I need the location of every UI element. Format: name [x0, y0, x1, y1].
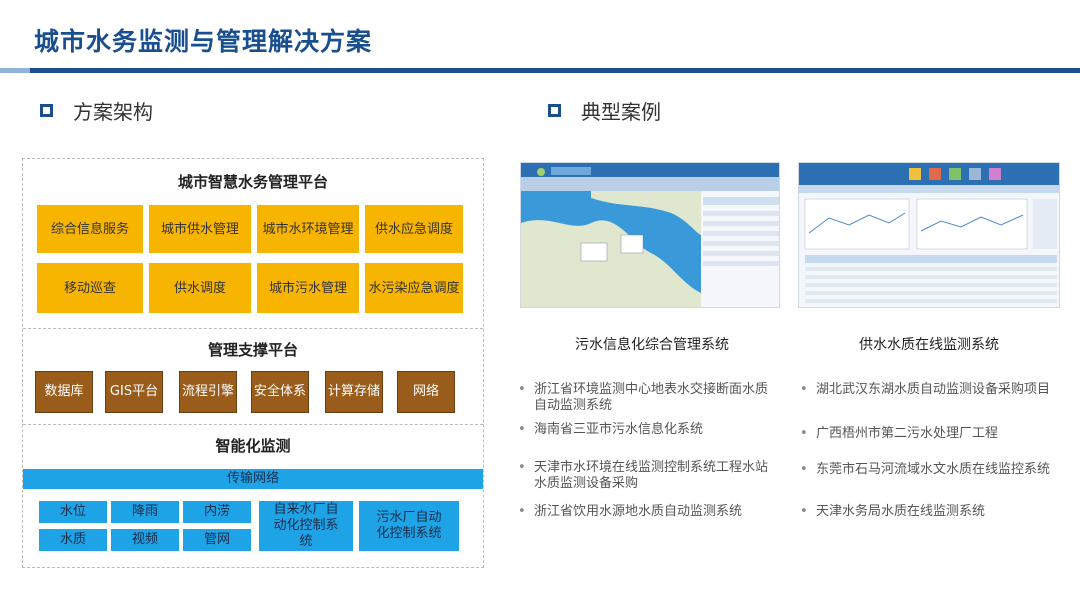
list-item: • 浙江省饮用水源地水质自动监测系统	[518, 504, 778, 520]
support-item: 计算存储	[325, 371, 383, 413]
gis-map-screenshot-image	[521, 163, 779, 307]
case-list-left: • 浙江省环境监测中心地表水交接断面水质自动监测系统 • 海南省三亚市污水信息化…	[518, 382, 788, 532]
list-item: • 天津市水环境在线监测控制系统工程水站水质监测设备采购	[518, 460, 778, 492]
bullet-dot-icon: •	[518, 504, 526, 519]
platform-item: 移动巡查	[37, 263, 143, 313]
support-item: 数据库	[35, 371, 93, 413]
case-list-right: • 湖北武汉东湖水质自动监测设备采购项目 • 广西梧州市第二污水处理厂工程 • …	[800, 382, 1070, 532]
square-bullet-icon	[548, 104, 561, 117]
case-item-text: 广西梧州市第二污水处理厂工程	[816, 426, 999, 441]
section-architecture-label: 方案架构	[73, 100, 153, 124]
list-item: • 广西梧州市第二污水处理厂工程	[800, 426, 1066, 442]
monitor-item: 污水厂自动化控制系统	[359, 501, 459, 551]
case-item-text: 东莞市石马河流域水文水质在线监控系统	[816, 462, 1051, 477]
platform-item: 综合信息服务	[37, 205, 143, 253]
support-item: 安全体系	[251, 371, 309, 413]
title-underline-accent	[0, 68, 30, 73]
list-item: • 东莞市石马河流域水文水质在线监控系统	[800, 462, 1066, 478]
monitor-band: 智能化监测 传输网络 水位 降雨 内涝 水质 视频 管网 自来水厂自动化控制系统…	[23, 425, 483, 567]
bullet-dot-icon: •	[800, 504, 808, 519]
monitor-item: 内涝	[183, 501, 251, 523]
platform-item: 城市污水管理	[257, 263, 359, 313]
monitoring-screenshot-image	[799, 163, 1059, 307]
bullet-dot-icon: •	[800, 462, 808, 477]
case-item-text: 湖北武汉东湖水质自动监测设备采购项目	[816, 382, 1051, 397]
list-item: • 海南省三亚市污水信息化系统	[518, 422, 778, 438]
section-architecture: 方案架构	[40, 96, 153, 125]
support-item: 网络	[397, 371, 455, 413]
architecture-diagram: 城市智慧水务管理平台 综合信息服务 城市供水管理 城市水环境管理 供水应急调度 …	[22, 158, 484, 568]
case-item-text: 浙江省饮用水源地水质自动监测系统	[534, 504, 743, 519]
case-screenshot-sewage	[520, 162, 780, 308]
list-item: • 湖北武汉东湖水质自动监测设备采购项目	[800, 382, 1066, 398]
platform-item: 城市供水管理	[149, 205, 251, 253]
platform-item: 城市水环境管理	[257, 205, 359, 253]
bullet-dot-icon: •	[800, 382, 808, 397]
bullet-dot-icon: •	[518, 382, 526, 397]
support-item: GIS平台	[105, 371, 163, 413]
case-item-text: 浙江省环境监测中心地表水交接断面水质自动监测系统	[534, 382, 769, 413]
section-cases-label: 典型案例	[581, 100, 661, 124]
platform-band: 城市智慧水务管理平台 综合信息服务 城市供水管理 城市水环境管理 供水应急调度 …	[23, 159, 483, 329]
case-item-text: 海南省三亚市污水信息化系统	[534, 422, 704, 437]
monitor-title: 智能化监测	[215, 437, 291, 455]
transport-network-bar: 传输网络	[23, 469, 483, 489]
monitor-item: 视频	[111, 529, 179, 551]
platform-title: 城市智慧水务管理平台	[177, 173, 328, 191]
platform-item: 供水应急调度	[365, 205, 463, 253]
page-title: 城市水务监测与管理解决方案	[34, 27, 373, 56]
bullet-dot-icon: •	[518, 422, 526, 437]
platform-item: 供水调度	[149, 263, 251, 313]
bullet-dot-icon: •	[518, 460, 526, 475]
section-cases: 典型案例	[548, 96, 661, 125]
monitor-item: 水质	[39, 529, 107, 551]
bullet-dot-icon: •	[800, 426, 808, 441]
title-underline	[0, 68, 1080, 73]
monitor-item: 降雨	[111, 501, 179, 523]
monitor-item: 自来水厂自动化控制系统	[259, 501, 353, 551]
case-caption-water-quality: 供水水质在线监测系统	[859, 337, 999, 353]
case-item-text: 天津水务局水质在线监测系统	[816, 504, 986, 519]
case-screenshot-water-quality	[798, 162, 1060, 308]
case-caption-sewage: 污水信息化综合管理系统	[575, 337, 729, 353]
support-title: 管理支撑平台	[207, 341, 298, 359]
list-item: • 浙江省环境监测中心地表水交接断面水质自动监测系统	[518, 382, 778, 414]
monitor-item: 管网	[183, 529, 251, 551]
square-bullet-icon	[40, 104, 53, 117]
support-band: 管理支撑平台 数据库 GIS平台 流程引擎 安全体系 计算存储 网络	[23, 329, 483, 425]
list-item: • 天津水务局水质在线监测系统	[800, 504, 1066, 520]
support-item: 流程引擎	[179, 371, 237, 413]
monitor-item: 水位	[39, 501, 107, 523]
platform-item: 水污染应急调度	[365, 263, 463, 313]
case-item-text: 天津市水环境在线监测控制系统工程水站水质监测设备采购	[534, 460, 769, 491]
